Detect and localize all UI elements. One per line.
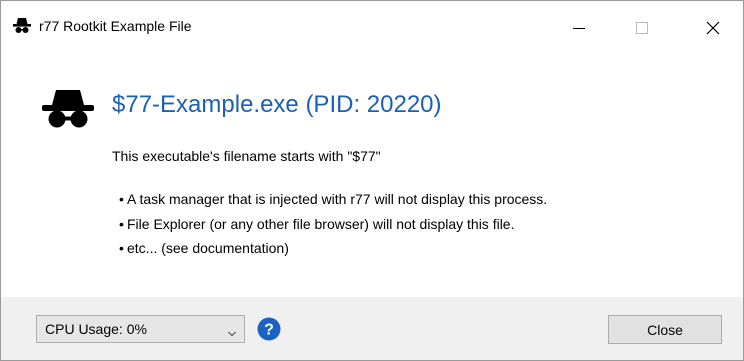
maximize-icon — [635, 21, 649, 40]
spy-icon — [42, 89, 94, 129]
description-text: This executable's filename starts with "… — [112, 148, 381, 164]
list-item: • A task manager that is injected with r7… — [119, 191, 548, 207]
minimize-icon — [572, 21, 586, 40]
page-title: $77-Example.exe (PID: 20220) — [112, 91, 442, 118]
chevron-down-icon — [228, 325, 236, 337]
window-close-button[interactable] — [690, 1, 736, 60]
spy-icon — [13, 17, 31, 35]
window-title: r77 Rootkit Example File — [39, 18, 192, 34]
bullet-list: • A task manager that is injected with r7… — [119, 187, 547, 261]
close-button[interactable]: Close — [608, 315, 722, 344]
maximize-button[interactable] — [619, 1, 665, 60]
svg-text:?: ? — [264, 322, 274, 339]
cpu-usage-select[interactable]: CPU Usage: 0% — [36, 315, 245, 343]
title-bar: r77 Rootkit Example File — [1, 1, 743, 60]
cpu-usage-label: CPU Usage: 0% — [45, 321, 147, 337]
dialog-window: r77 Rootkit Example File $77-Example.exe… — [0, 0, 744, 361]
help-icon[interactable]: ? — [257, 317, 281, 341]
list-item: • etc... (see documentation) — [119, 240, 289, 256]
close-icon — [705, 20, 721, 41]
list-item: • File Explorer (or any other file browse… — [119, 215, 515, 232]
minimize-button[interactable] — [556, 1, 602, 60]
